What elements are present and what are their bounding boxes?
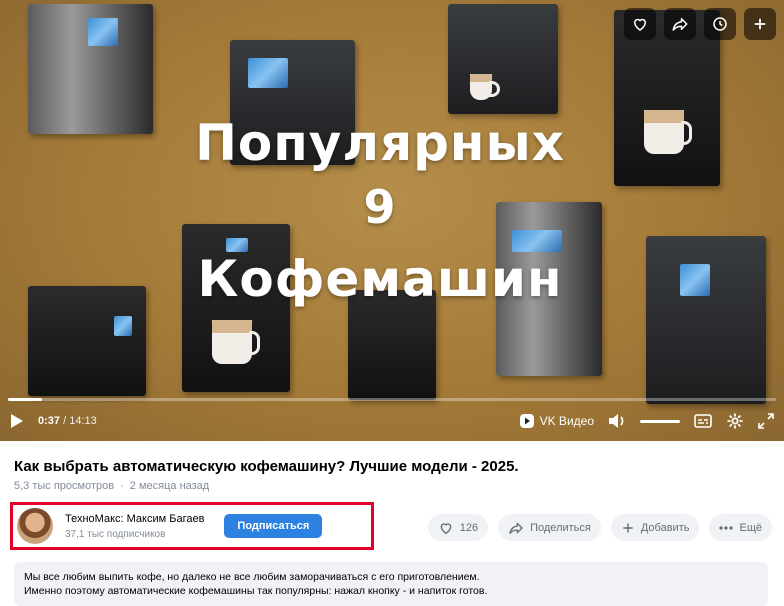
video-overlay-line-2: 9 — [363, 180, 397, 234]
share-label: Поделиться — [530, 521, 591, 534]
play-icon[interactable] — [10, 413, 24, 429]
brand-label: VK Видео — [539, 414, 594, 428]
heart-icon — [440, 522, 452, 534]
vk-video-logo[interactable]: VK Видео — [519, 413, 594, 429]
channel-info: ТехноМакс: Максим Багаев 37,1 тыс подпис… — [10, 502, 374, 550]
coffee-machine-image — [448, 4, 558, 114]
video-title: Как выбрать автоматическую кофемашину? Л… — [14, 458, 519, 475]
like-video-button[interactable] — [624, 8, 656, 40]
avatar[interactable] — [17, 508, 53, 544]
like-button[interactable]: 126 — [427, 514, 489, 541]
clock-icon — [713, 17, 727, 31]
gear-icon[interactable] — [726, 412, 744, 430]
volume-icon[interactable] — [608, 413, 626, 429]
video-player[interactable]: Популярных 9 Кофемашин 0:37 / 14:13 VK В… — [0, 0, 784, 441]
add-button[interactable]: Добавить — [610, 514, 700, 541]
plus-icon — [623, 522, 633, 533]
subscriber-count: 37,1 тыс подписчиков — [65, 528, 166, 540]
video-description[interactable]: Мы все любим выпить кофе, но далеко не в… — [14, 562, 768, 606]
like-count: 126 — [459, 521, 479, 534]
time-display: 0:37 / 14:13 — [38, 415, 97, 427]
player-controls: 0:37 / 14:13 VK Видео — [0, 401, 784, 441]
video-overlay-line-3: Кофемашин — [197, 250, 563, 308]
subscribe-button[interactable]: Подписаться — [224, 514, 323, 538]
current-time: 0:37 — [38, 415, 61, 427]
plus-icon — [754, 18, 766, 30]
view-count: 5,3 тыс просмотров — [14, 480, 115, 492]
share-icon — [509, 522, 523, 534]
meta-separator: · — [120, 480, 124, 492]
video-actions: 126 Поделиться Добавить Ещё — [427, 514, 772, 541]
heart-icon — [633, 18, 647, 31]
description-line-1: Мы все любим выпить кофе, но далеко не в… — [24, 571, 480, 583]
add-to-playlist-button[interactable] — [744, 8, 776, 40]
video-meta: 5,3 тыс просмотров · 2 месяца назад — [14, 480, 209, 492]
vk-video-icon — [519, 414, 534, 428]
upload-age: 2 месяца назад — [129, 480, 210, 492]
volume-slider[interactable] — [640, 419, 680, 423]
fullscreen-icon[interactable] — [758, 413, 774, 429]
more-icon — [719, 525, 734, 530]
channel-name[interactable]: ТехноМакс: Максим Багаев — [65, 513, 204, 525]
watch-later-button[interactable] — [704, 8, 736, 40]
share-button[interactable]: Поделиться — [498, 514, 601, 541]
add-label: Добавить — [640, 521, 690, 534]
share-video-button[interactable] — [664, 8, 696, 40]
share-icon — [672, 18, 688, 31]
duration: 14:13 — [69, 415, 97, 427]
player-top-actions — [624, 8, 776, 40]
description-line-2: Именно поэтому автоматические кофемашины… — [24, 585, 488, 597]
more-button[interactable]: Ещё — [709, 514, 772, 541]
video-overlay-line-1: Популярных — [195, 114, 565, 172]
subtitles-icon[interactable] — [694, 414, 712, 428]
more-label: Ещё — [739, 521, 762, 534]
time-separator: / — [63, 415, 67, 427]
